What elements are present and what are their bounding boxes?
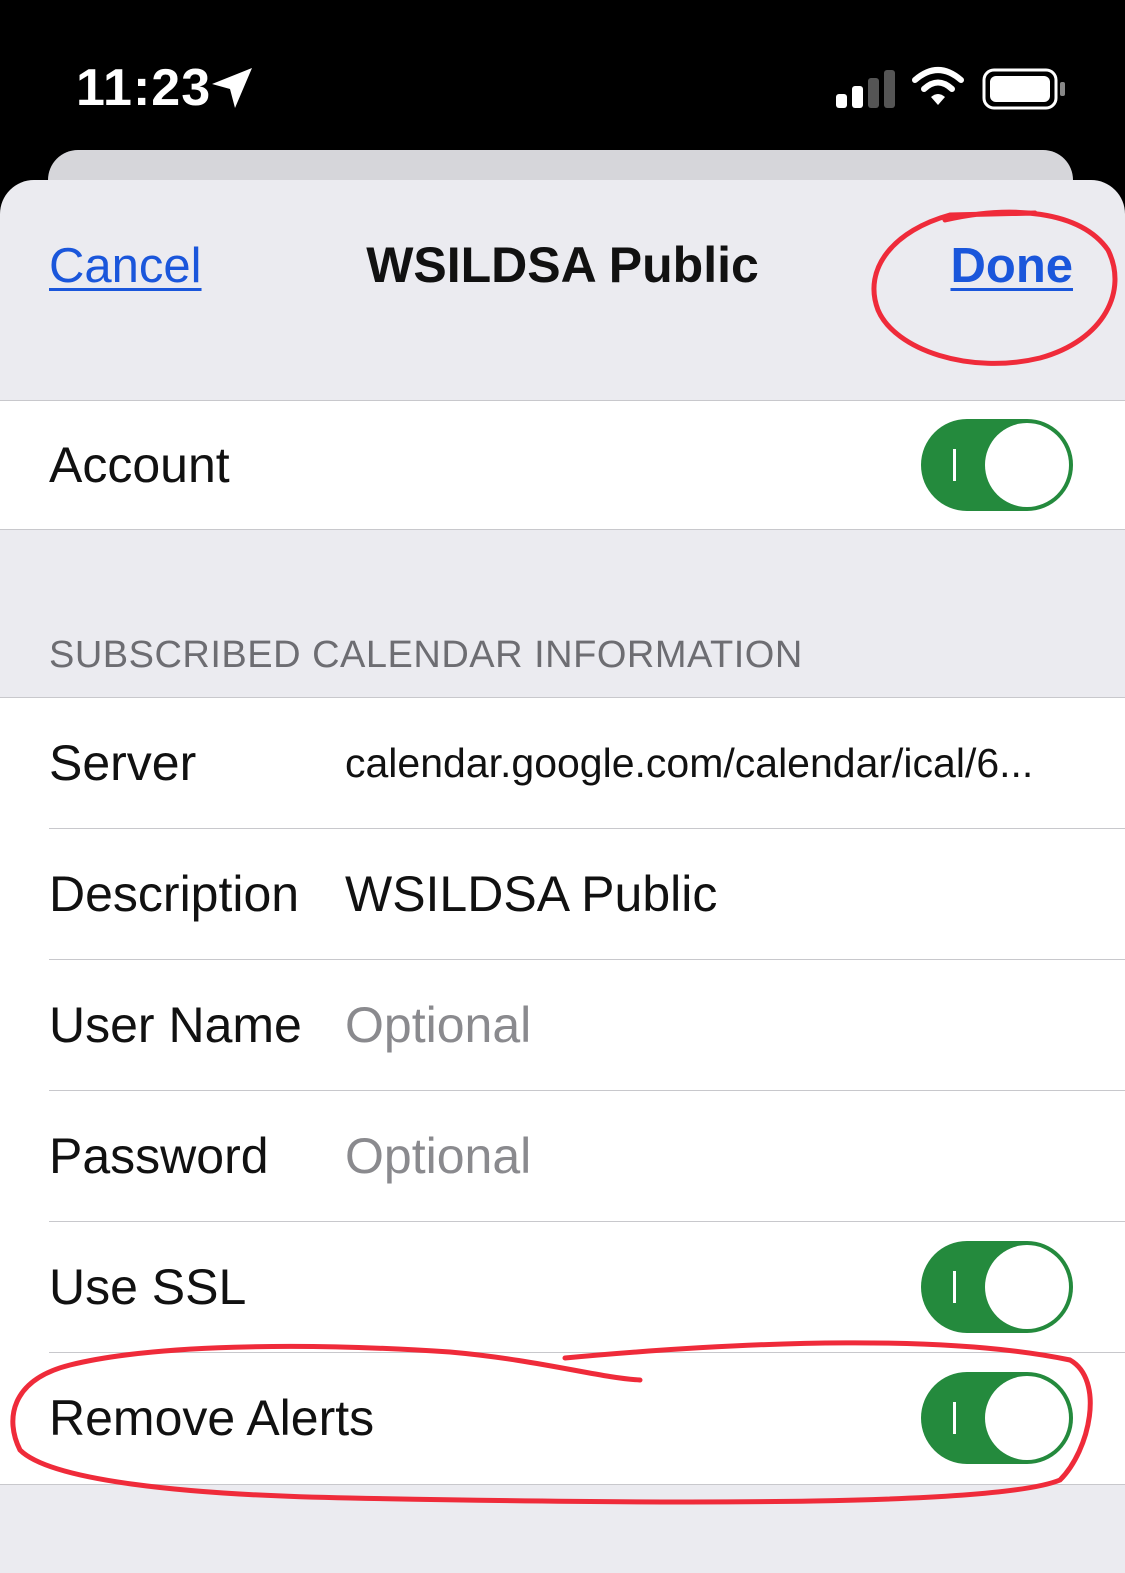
wifi-icon <box>912 67 964 105</box>
section-header: SUBSCRIBED CALENDAR INFORMATION <box>49 634 803 676</box>
server-row[interactable]: Server calendar.google.com/calendar/ical… <box>0 698 1125 829</box>
remove-alerts-label: Remove Alerts <box>49 1390 375 1446</box>
description-row[interactable]: Description WSILDSA Public <box>0 829 1125 960</box>
account-row: Account <box>0 401 1125 529</box>
calendar-info-group: Server calendar.google.com/calendar/ical… <box>0 697 1125 1485</box>
use-ssl-label: Use SSL <box>49 1259 247 1315</box>
user-name-label: User Name <box>49 997 302 1053</box>
user-name-field[interactable]: Optional <box>345 960 531 1091</box>
server-label: Server <box>49 735 197 791</box>
settings-sheet: WSILDSA Public Cancel Done Account SUBSC… <box>0 180 1125 1573</box>
user-name-row[interactable]: User Name Optional <box>0 960 1125 1091</box>
account-toggle[interactable] <box>921 419 1073 511</box>
description-field[interactable]: WSILDSA Public <box>345 829 717 960</box>
password-label: Password <box>49 1128 269 1184</box>
password-field[interactable]: Optional <box>345 1091 531 1222</box>
toggle-on-indicator <box>953 1271 956 1303</box>
toggle-knob <box>985 1376 1069 1460</box>
toggle-on-indicator <box>953 1402 956 1434</box>
toggle-on-indicator <box>953 449 956 481</box>
description-label: Description <box>49 866 300 922</box>
account-label: Account <box>49 437 230 493</box>
toggle-knob <box>985 1245 1069 1329</box>
cancel-button[interactable]: Cancel <box>49 238 202 294</box>
use-ssl-toggle[interactable] <box>921 1241 1073 1333</box>
remove-alerts-row: Remove Alerts <box>0 1353 1125 1484</box>
status-time: 11:23 <box>76 59 212 117</box>
account-group: Account <box>0 400 1125 530</box>
navigation-bar: WSILDSA Public Cancel Done <box>0 180 1125 400</box>
password-row[interactable]: Password Optional <box>0 1091 1125 1222</box>
toggle-knob <box>985 423 1069 507</box>
server-value[interactable]: calendar.google.com/calendar/ical/6... <box>345 698 1033 829</box>
battery-icon <box>982 68 1065 110</box>
done-button[interactable]: Done <box>951 238 1074 294</box>
use-ssl-row: Use SSL <box>0 1222 1125 1353</box>
remove-alerts-toggle[interactable] <box>921 1372 1073 1464</box>
location-arrow-icon <box>212 68 252 108</box>
cellular-signal-icon <box>836 70 895 108</box>
